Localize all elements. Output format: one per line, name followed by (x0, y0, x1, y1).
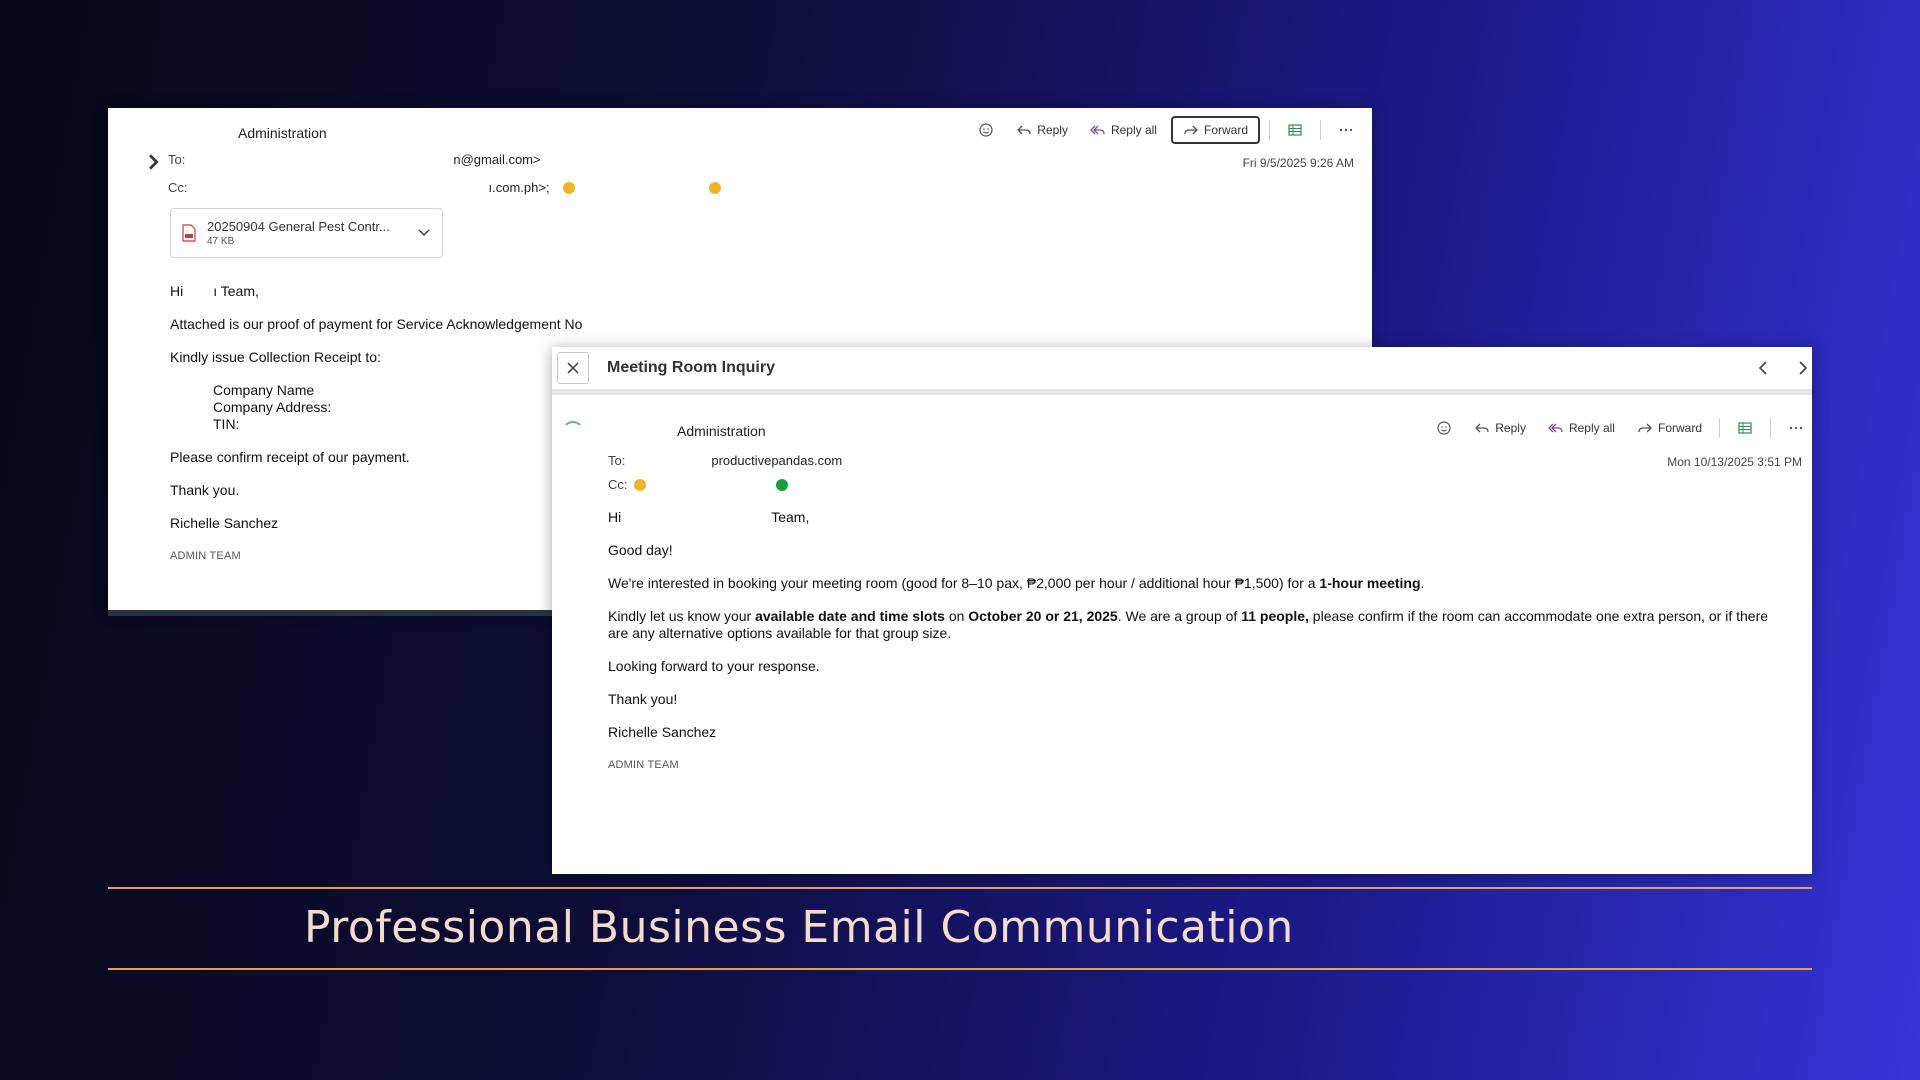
attachment-card[interactable]: 20250904 General Pest Contr... 47 KB (170, 208, 443, 258)
chevron-down-icon[interactable] (416, 224, 432, 240)
reply-all-label: Reply all (1568, 421, 1615, 435)
table-icon (1737, 420, 1753, 436)
greeting-start: Hi (170, 283, 184, 299)
forward-button[interactable]: Forward (1170, 116, 1260, 144)
presence-available-icon (775, 479, 788, 491)
text-run: . We are a group of (1117, 608, 1242, 624)
message-toolbar: Reply Reply all Forward (970, 116, 1362, 144)
sent-timestamp: Fri 9/5/2025 9:26 AM (1242, 156, 1354, 170)
attachment-size: 47 KB (207, 236, 235, 247)
body-paragraph-availability: Kindly let us know your available date a… (608, 608, 1788, 642)
sender-name: Administration (677, 423, 766, 439)
email-panel-meeting-room: Meeting Room Inquiry Administration Repl… (552, 347, 1812, 874)
sender-name: Administration (238, 125, 327, 141)
table-view-button[interactable] (1729, 415, 1761, 441)
reply-icon (1016, 122, 1032, 138)
text-run: We're interested in booking your meeting… (608, 575, 1320, 591)
message-body: Hi Team, Good day! We're interested in bo… (608, 509, 1788, 790)
greeting-end: ı Team, (213, 283, 259, 299)
attachment-name: 20250904 General Pest Contr... (207, 219, 390, 234)
more-actions-button[interactable] (1330, 117, 1362, 143)
caption-rule-bottom (108, 968, 1812, 970)
presence-away-icon (633, 479, 646, 491)
text-run-bold: 11 people, (1241, 608, 1309, 624)
sent-timestamp: Mon 10/13/2025 3:51 PM (1667, 455, 1802, 469)
to-label: To: (608, 453, 626, 468)
caption-rule-top (108, 887, 1812, 889)
more-actions-button[interactable] (1780, 415, 1812, 441)
avatar[interactable] (562, 421, 584, 443)
body-paragraph-booking: We're interested in booking your meeting… (608, 575, 1788, 592)
slide-caption: Professional Business Email Communicatio… (304, 902, 1294, 953)
reply-all-button[interactable]: Reply all (1082, 117, 1165, 143)
toolbar-divider (1320, 120, 1321, 140)
reply-all-icon (1090, 122, 1106, 138)
reply-label: Reply (1037, 123, 1068, 137)
subject-bar: Meeting Room Inquiry (552, 347, 1812, 395)
forward-label: Forward (1657, 421, 1702, 435)
smiley-icon (978, 122, 994, 138)
reply-label: Reply (1495, 421, 1526, 435)
chevron-left-icon[interactable] (1754, 359, 1772, 377)
forward-icon (1637, 420, 1653, 436)
attachment-details: 20250904 General Pest Contr... 47 KB (207, 219, 390, 247)
greeting: Hi ı Team, (170, 283, 870, 300)
text-run: on (944, 608, 969, 624)
cc-recipients: Cc: ı.com.ph>; (168, 180, 727, 195)
expand-chevron-icon[interactable] (146, 154, 159, 170)
forward-label: Forward (1203, 123, 1248, 137)
signature-team: ADMIN TEAM (608, 759, 679, 771)
text-run-bold: October 20 or 21, 2025 (968, 608, 1118, 624)
text-run: Kindly let us know your (608, 608, 756, 624)
greeting: Hi Team, (608, 509, 1788, 526)
emoji-react-button[interactable] (970, 117, 1002, 143)
to-address[interactable]: n@gmail.com> (453, 152, 540, 167)
to-recipients: To: productivepandas.com (608, 453, 842, 468)
toolbar-divider (1770, 418, 1771, 438)
reply-all-label: Reply all (1110, 123, 1157, 137)
greeting-end: Team, (771, 509, 810, 525)
to-recipients: To: n@gmail.com> (168, 152, 541, 167)
close-icon (565, 360, 581, 376)
presence-away-icon (708, 182, 721, 194)
body-line: Attached is our proof of payment for Ser… (170, 316, 583, 332)
more-icon (1338, 122, 1354, 138)
subject-title: Meeting Room Inquiry (607, 359, 775, 376)
presence-away-icon (563, 182, 576, 194)
more-icon (1788, 420, 1804, 436)
to-label: To: (168, 152, 186, 167)
reply-icon (1474, 420, 1490, 436)
cc-label: Cc: (608, 477, 628, 492)
smiley-icon (1436, 420, 1452, 436)
cc-recipients: Cc: (608, 477, 794, 492)
cc-address[interactable]: ı.com.ph>; (489, 180, 550, 195)
table-view-button[interactable] (1279, 117, 1311, 143)
greeting-start: Hi (608, 509, 622, 525)
pdf-file-icon (181, 224, 197, 242)
cc-label: Cc: (168, 180, 188, 195)
close-button[interactable] (557, 352, 589, 384)
forward-icon (1183, 122, 1199, 138)
forward-button[interactable]: Forward (1629, 415, 1710, 441)
table-icon (1287, 122, 1303, 138)
message-navigation (1754, 359, 1812, 377)
reply-button[interactable]: Reply (1008, 117, 1076, 143)
reply-all-button[interactable]: Reply all (1540, 415, 1623, 441)
signature-name: Richelle Sanchez (608, 724, 717, 740)
emoji-react-button[interactable] (1428, 415, 1460, 441)
reply-button[interactable]: Reply (1466, 415, 1534, 441)
text-run-bold: 1-hour meeting (1319, 575, 1421, 591)
toolbar-divider (1719, 418, 1720, 438)
good-day: Good day! (608, 542, 673, 558)
text-run-bold: available date and time slots (755, 608, 945, 624)
message-toolbar: Reply Reply all Forward (1428, 415, 1812, 441)
reply-all-icon (1548, 420, 1564, 436)
toolbar-divider (1269, 120, 1270, 140)
body-line: Looking forward to your response. (608, 658, 820, 674)
chevron-right-icon[interactable] (1794, 359, 1812, 377)
closing: Thank you! (608, 691, 678, 707)
text-run: . (1420, 575, 1425, 591)
to-address[interactable]: productivepandas.com (711, 453, 842, 468)
